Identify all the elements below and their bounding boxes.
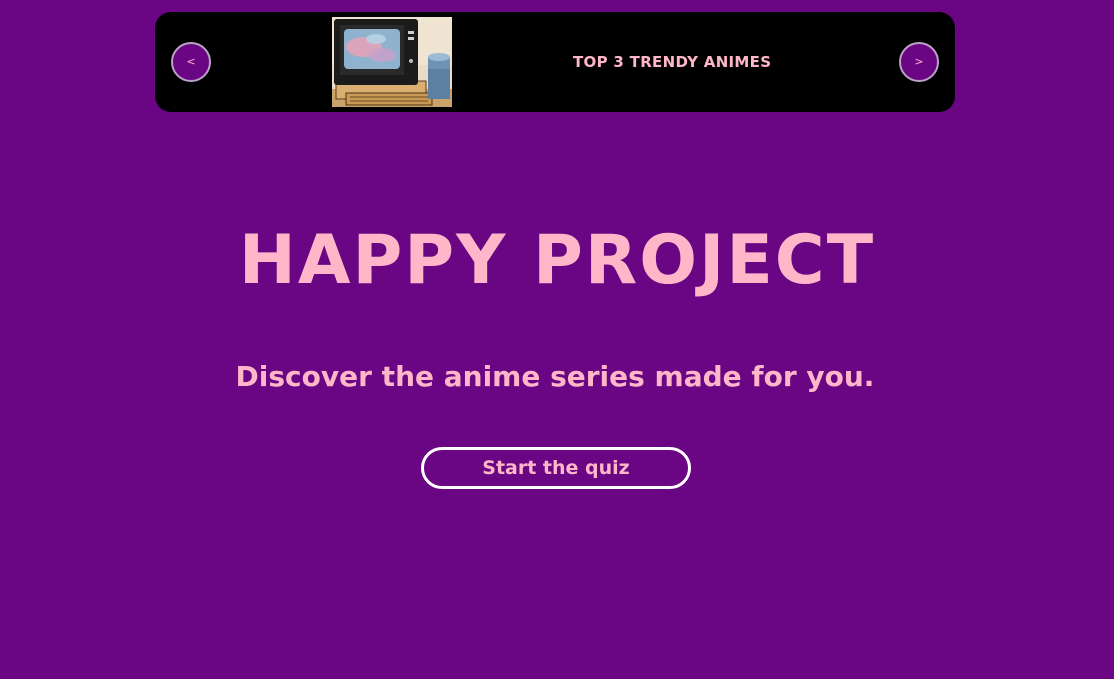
page-title: HAPPY PROJECT xyxy=(238,221,876,300)
carousel-title: TOP 3 TRENDY ANIMES xyxy=(573,53,772,71)
anime-carousel: < TOP 3 TRENDY ANIMES > xyxy=(155,12,955,112)
retro-computer-image xyxy=(332,17,452,107)
start-quiz-button[interactable]: Start the quiz xyxy=(421,447,691,489)
page: < TOP 3 TRENDY ANIMES > HAPPY PROJECT Di… xyxy=(0,0,1114,679)
carousel-prev-button[interactable]: < xyxy=(171,42,211,82)
carousel-image xyxy=(332,17,452,107)
page-subtitle: Discover the anime series made for you. xyxy=(235,360,875,393)
carousel-next-button[interactable]: > xyxy=(899,42,939,82)
